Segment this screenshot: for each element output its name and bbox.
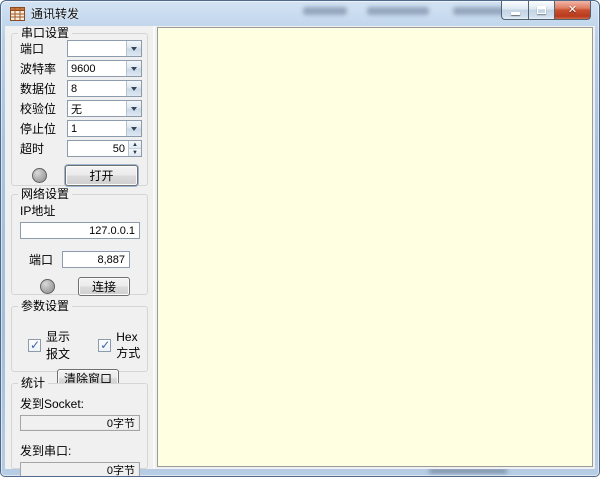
open-serial-button[interactable]: 打开: [65, 165, 138, 186]
network-group-label: 网络设置: [18, 187, 73, 201]
ip-address-field[interactable]: 127.0.0.1: [20, 222, 140, 239]
timeout-stepper[interactable]: 50 ▲ ▼: [67, 140, 142, 157]
maximize-icon: [537, 6, 546, 14]
chevron-down-icon[interactable]: [126, 61, 141, 76]
data-bits-label: 数据位: [20, 82, 57, 96]
caption-buttons: ✕: [501, 1, 591, 20]
ip-address-label: IP地址: [20, 204, 56, 218]
serial-settings-group: 串口设置 端口 波特率 9600 数据位 8 校验位 无 停止位 1 超时 50…: [11, 26, 148, 186]
watermark-smudge: [367, 7, 429, 15]
network-port-field[interactable]: 8,887: [62, 251, 130, 268]
chevron-down-icon[interactable]: [126, 41, 141, 56]
serial-status-row: 打开: [12, 165, 147, 186]
settings-panel: 串口设置 端口 波特率 9600 数据位 8 校验位 无 停止位 1 超时 50…: [5, 26, 155, 476]
client-area: 串口设置 端口 波特率 9600 数据位 8 校验位 无 停止位 1 超时 50…: [5, 26, 595, 476]
timeout-row: 超时 50 ▲ ▼: [20, 140, 142, 157]
timeout-label: 超时: [20, 142, 45, 156]
window-title: 通讯转发: [31, 7, 80, 21]
app-window: 通讯转发 ✕ 串口设置 端口 波特率 9600 数据位 8 校验位 无 停止位 …: [0, 0, 600, 477]
hex-mode-label: Hex方式: [116, 329, 141, 360]
connect-button[interactable]: 连接: [78, 277, 130, 296]
chevron-down-icon[interactable]: [126, 101, 141, 116]
minimize-icon: [510, 11, 520, 15]
hex-mode-checkbox[interactable]: [98, 338, 112, 352]
serial-port-row: 端口: [20, 40, 142, 57]
checkbox-row: 显示报文 Hex方式: [28, 328, 147, 362]
network-port-label: 端口: [29, 253, 54, 267]
baud-rate-row: 波特率 9600: [20, 60, 142, 77]
app-grid-icon: [10, 6, 25, 21]
chevron-down-icon[interactable]: [126, 81, 141, 96]
serial-status-led: [32, 168, 47, 183]
statistics-group: 统计 发到Socket: 0字节 发到串口: 0字节: [11, 376, 148, 476]
stop-bits-label: 停止位: [20, 122, 57, 136]
sent-to-socket-label: 发到Socket:: [20, 397, 85, 411]
network-port-row: 端口 8,887: [29, 251, 147, 268]
network-status-led: [40, 279, 55, 294]
parameter-settings-group: 参数设置 显示报文 Hex方式 清除窗口: [11, 299, 148, 387]
chevron-down-icon[interactable]: [126, 121, 141, 136]
stats-group-label: 统计: [18, 376, 49, 390]
close-icon: ✕: [567, 3, 578, 16]
stop-bits-row: 停止位 1: [20, 120, 142, 137]
baud-rate-label: 波特率: [20, 62, 57, 76]
serial-port-select[interactable]: [67, 40, 142, 57]
sent-to-serial-value: 0字节: [20, 462, 140, 476]
stop-bits-select[interactable]: 1: [67, 120, 142, 137]
serial-group-label: 串口设置: [18, 26, 73, 40]
data-bits-select[interactable]: 8: [67, 80, 142, 97]
sent-to-socket-value: 0字节: [20, 415, 140, 431]
maximize-button[interactable]: [528, 1, 555, 20]
baud-rate-select[interactable]: 9600: [67, 60, 142, 77]
params-group-label: 参数设置: [18, 299, 73, 313]
watermark-smudge: [303, 7, 347, 15]
show-messages-checkbox[interactable]: [28, 338, 41, 352]
close-button[interactable]: ✕: [555, 1, 591, 20]
spinner-up-icon[interactable]: ▲: [129, 141, 141, 148]
parity-label: 校验位: [20, 102, 57, 116]
serial-port-label: 端口: [20, 42, 45, 56]
frame-smudge: [429, 469, 507, 473]
data-bits-row: 数据位 8: [20, 80, 142, 97]
message-log-textarea[interactable]: [157, 27, 593, 467]
watermark-smudge: [453, 7, 507, 15]
minimize-button[interactable]: [501, 1, 528, 20]
parity-select[interactable]: 无: [67, 100, 142, 117]
network-status-row: 连接: [12, 277, 147, 296]
show-messages-label: 显示报文: [46, 330, 71, 361]
spinner-down-icon[interactable]: ▼: [129, 148, 141, 156]
network-settings-group: 网络设置 IP地址 127.0.0.1 端口 8,887 连接: [11, 187, 148, 296]
sent-to-serial-label: 发到串口:: [20, 444, 72, 458]
parity-row: 校验位 无: [20, 100, 142, 117]
